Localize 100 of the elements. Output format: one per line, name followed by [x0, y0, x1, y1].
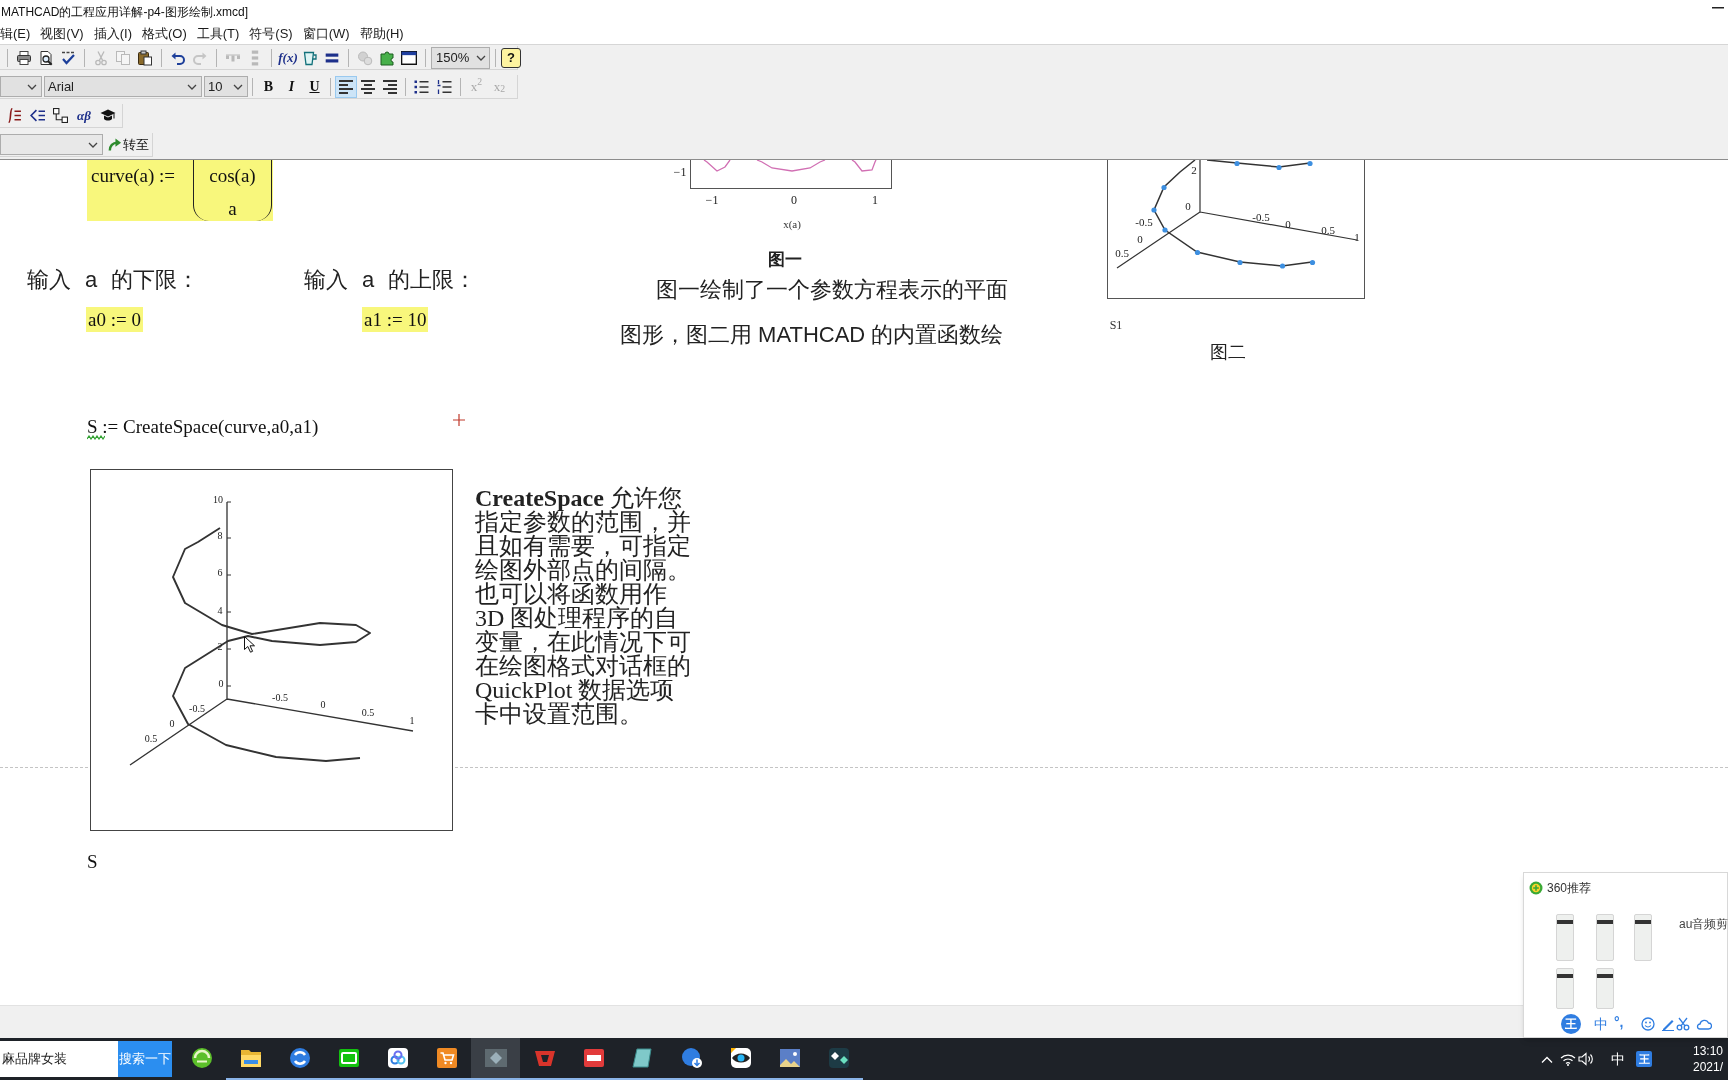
menu-item[interactable]: 符号(S)	[249, 24, 293, 44]
tick-label: 6	[217, 565, 223, 580]
stacked-bars-icon	[251, 49, 259, 66]
menu-item[interactable]: 视图(V)	[40, 24, 84, 44]
shopping-cart-icon	[434, 1046, 459, 1070]
math-expression: a0 := 0	[86, 307, 143, 332]
thumbnail-placeholder[interactable]	[1556, 914, 1574, 961]
menu-item[interactable]: 帮助(H)	[359, 24, 404, 44]
insert-function-button[interactable]: f(x)	[277, 46, 299, 69]
vector-element: a	[228, 198, 237, 220]
screen-icon	[336, 1046, 361, 1070]
tick-label: -0.5	[189, 701, 205, 716]
page-magnifier-icon	[38, 49, 54, 66]
menu-item[interactable]: 格式(O)	[141, 24, 187, 44]
thumbnail-placeholder[interactable]	[1556, 968, 1574, 1009]
goto-button[interactable]: 转至	[105, 133, 151, 156]
menu-item[interactable]: 窗口(W)	[302, 24, 350, 44]
cloud-icon[interactable]	[1696, 1018, 1712, 1030]
help-button[interactable]: ?	[501, 47, 521, 68]
chevron-down-icon	[187, 83, 197, 90]
popup-title: 360推荐	[1547, 880, 1592, 896]
align-left-icon	[339, 79, 353, 94]
align-right-icon	[383, 79, 397, 94]
picture-icon	[777, 1046, 802, 1070]
punctuation-toggle[interactable]: °,	[1614, 1013, 1624, 1031]
download-icon	[679, 1046, 704, 1070]
menu-item[interactable]: 插入(I)	[93, 24, 132, 44]
tick-label: -0.5	[272, 690, 288, 705]
chevron-up-icon[interactable]	[1541, 1055, 1553, 1063]
clipboard-icon	[137, 49, 153, 66]
pages-icon	[115, 49, 131, 66]
menu-item[interactable]: 工具(T)	[196, 24, 240, 44]
font-dropdown[interactable]: Arial	[44, 76, 202, 97]
search-field[interactable]: 麻品牌女装	[0, 1041, 118, 1077]
plot-name: S1	[1109, 317, 1123, 334]
greek-button[interactable]: αβ	[72, 104, 96, 127]
ime-mode-toggle[interactable]: 中	[1611, 1050, 1625, 1068]
align-left-button[interactable]	[335, 75, 357, 98]
math-expression: a1 := 10	[362, 307, 429, 332]
tick-label: 10	[213, 492, 223, 507]
tick-label: 0	[320, 697, 326, 712]
wifi-icon[interactable]	[1560, 1052, 1576, 1066]
tick-label: 0.5	[144, 731, 158, 746]
crosshair-icon	[453, 414, 465, 426]
app-logo-icon	[581, 1046, 606, 1070]
ime-logo[interactable]: 王	[1636, 1051, 1652, 1067]
tick-label: −1	[673, 164, 687, 181]
speaker-icon[interactable]	[1578, 1052, 1594, 1066]
cup-icon	[302, 49, 318, 66]
app-logo-icon	[826, 1046, 851, 1070]
minimize-icon[interactable]	[1712, 7, 1724, 9]
tick-label: 4	[217, 603, 223, 618]
integral-icon	[7, 108, 22, 123]
bullet-list-icon	[414, 79, 429, 94]
scissors-icon	[93, 49, 109, 66]
ball-icon	[189, 1046, 214, 1070]
ime-logo[interactable]: 王	[1561, 1014, 1581, 1034]
graduation-cap-icon	[99, 109, 116, 122]
scissors-icon[interactable]	[1676, 1017, 1690, 1031]
tick-label: 1	[409, 713, 415, 728]
comparison-icon	[30, 108, 45, 123]
thumbnail-placeholder[interactable]	[1596, 968, 1614, 1009]
bold-button[interactable]: B	[257, 75, 280, 98]
window-icon	[401, 50, 417, 65]
tick-label: 2	[217, 639, 223, 654]
parallelogram-icon	[630, 1046, 655, 1070]
bars-icon	[225, 53, 241, 62]
italic-button[interactable]: I	[280, 75, 303, 98]
clock-time[interactable]: 13:10	[1693, 1043, 1728, 1059]
thumbnail-placeholder[interactable]	[1596, 914, 1614, 961]
thumbnail-placeholder[interactable]	[1634, 914, 1652, 961]
mouse-pointer-icon	[244, 636, 255, 653]
app-name[interactable]: au音频剪	[1679, 916, 1728, 932]
description-text: 图一绘制了一个参数方程表示的平面图形，图二用 MATHCAD 的内置函数绘	[620, 276, 1009, 349]
ime-mode-toggle[interactable]: 中	[1594, 1015, 1608, 1033]
eye-icon	[728, 1046, 753, 1070]
math-expression: S	[87, 850, 98, 874]
rings-icon	[385, 1046, 410, 1070]
app-logo-icon	[287, 1046, 312, 1070]
pen-icon[interactable]	[1661, 1017, 1675, 1031]
check-mark-icon	[60, 49, 76, 66]
tick-label: 1	[872, 192, 878, 209]
window-title: MATHCAD的工程应用详解-p4-图形绘制.xmcd]	[0, 4, 249, 21]
chevron-down-icon	[233, 83, 243, 90]
vector-element: cos(a)	[209, 165, 256, 187]
circles-icon	[357, 49, 373, 66]
chevron-down-icon	[88, 141, 98, 148]
tick-label: 8	[217, 528, 223, 543]
tick-label: 0	[169, 716, 175, 731]
smiley-icon[interactable]	[1641, 1017, 1655, 1031]
figure-caption: 图二	[1210, 340, 1246, 364]
zoom-dropdown[interactable]: 150%	[431, 46, 490, 69]
tick-label: 0.5	[361, 705, 375, 720]
align-center-icon	[361, 79, 375, 94]
tick-label: 0	[791, 192, 797, 209]
note-text: CreateSpace 允许您指定参数的范围，并且如有需要，可指定绘图外部点的间隔。也可以将函数用作3D 图处理程序的自变量，在此情况下可在绘图格式对话框的QuickPlot 数据选项卡中设置范围。	[475, 486, 692, 726]
underline-button[interactable]: U	[303, 75, 326, 98]
clock-date[interactable]: 2021/	[1693, 1059, 1728, 1075]
font-size-dropdown[interactable]: 10	[204, 76, 248, 97]
menu-item[interactable]: 辑(E)	[0, 24, 31, 44]
